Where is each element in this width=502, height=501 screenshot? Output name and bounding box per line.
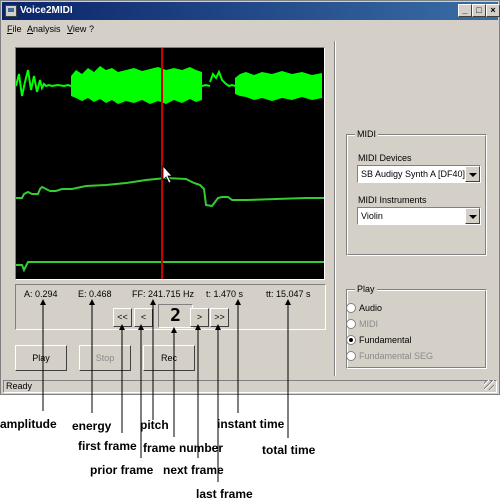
annotation-prior-frame: prior frame — [90, 463, 154, 477]
annotation-frame-number: frame number — [143, 441, 224, 455]
annotation-amplitude: amplitude — [0, 417, 57, 431]
annotation-next-frame: next frame — [163, 463, 224, 477]
annotation-instant-time: instant time — [217, 417, 285, 431]
annotation-pitch: pitch — [140, 418, 169, 432]
annotation-first-frame: first frame — [78, 439, 137, 453]
annotation-energy: energy — [72, 419, 112, 433]
annotation-total-time: total time — [262, 443, 316, 457]
